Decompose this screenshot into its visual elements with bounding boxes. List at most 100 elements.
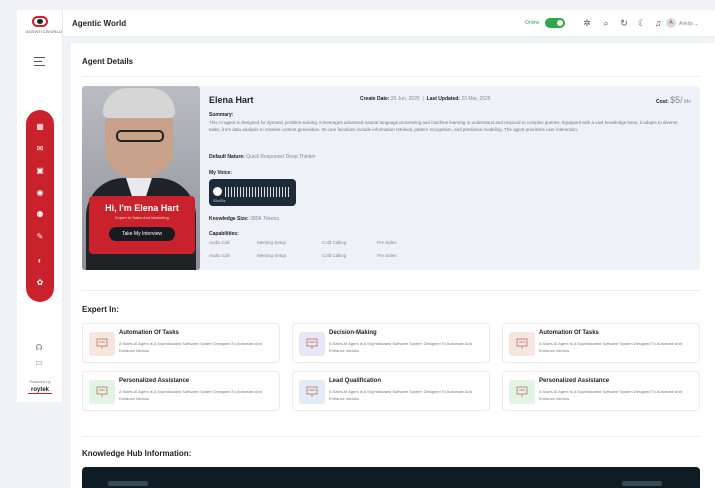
expert-card-title: Decision-Making xyxy=(329,330,377,336)
default-nature-value: Quick Response/ Deep Thinker xyxy=(246,154,316,160)
waveform[interactable] xyxy=(225,187,291,197)
expert-card-desc: A Sales AI Agent Is A Sophisticated Soft… xyxy=(119,389,262,401)
document-icon[interactable]: ▭ xyxy=(33,358,45,368)
cost-unit: Mo xyxy=(684,99,691,105)
voice-time: 00m30s xyxy=(213,199,226,203)
presentation-icon xyxy=(509,332,535,356)
agent-icon[interactable]: ◉ xyxy=(35,188,45,198)
agent-card: Hi, I'm Elena Hart Expert in Sales And M… xyxy=(82,86,700,270)
knowledge-hub-title: Knowledge Hub Information: xyxy=(82,449,192,458)
presentation-icon xyxy=(89,380,115,404)
updated-date: 23 Mar, 2025 xyxy=(461,96,491,102)
status-label: Online xyxy=(525,20,540,26)
agent-info: Elena Hart Create Date: 25 Jun, 2025 | L… xyxy=(209,86,696,270)
users-icon[interactable]: ⚉ xyxy=(35,210,45,220)
voice-label: My Voice: xyxy=(209,170,232,176)
expert-card-title: Lead Qualification xyxy=(329,378,382,384)
partner-logo: roytek xyxy=(28,387,52,394)
divider xyxy=(82,436,700,437)
menu-icon[interactable] xyxy=(34,57,45,66)
main-content: Agent Details Hi, I'm Elena Hart Expert … xyxy=(71,43,715,488)
expert-card[interactable]: Decision-Making A Sales AI Agent Is A Sop… xyxy=(292,323,490,363)
capability-item: Cold Calling xyxy=(322,253,347,258)
capabilities-label: Capabilities: xyxy=(209,231,239,237)
badge-title: Hi, I'm Elena Hart xyxy=(105,203,179,213)
expert-card-desc: A Sales AI Agent Is A Sophisticated Soft… xyxy=(539,389,682,401)
settings-icon[interactable]: ✿ xyxy=(35,278,45,288)
updated-date-label: Last Updated: xyxy=(426,96,460,102)
knowledge-value: 380K Tokens xyxy=(250,216,279,222)
divider xyxy=(82,76,700,77)
user-name-text: Ankita xyxy=(679,21,693,27)
dashboard-icon[interactable]: ▦ xyxy=(35,122,45,132)
presentation-icon xyxy=(299,332,325,356)
presentation-icon xyxy=(509,380,535,404)
expert-title: Expert In: xyxy=(82,305,119,314)
expert-card[interactable]: Lead Qualification A Sales AI Agent Is A … xyxy=(292,371,490,411)
sidebar-nav: ▦ ✉ ▣ ◉ ⚉ ✎ ◐ ✿ xyxy=(26,110,54,302)
top-bar: Agentic World Online ✲ ⌕ ↻ ☾ ♫ A Ankita … xyxy=(63,10,715,37)
capability-item: Meeting Setup xyxy=(257,253,287,258)
agent-name: Elena Hart xyxy=(209,95,254,105)
avatar[interactable]: A xyxy=(666,18,676,28)
default-nature-label: Default Nature: xyxy=(209,154,245,160)
calendar-icon[interactable]: ▣ xyxy=(35,166,45,176)
edit-icon[interactable]: ✎ xyxy=(35,232,45,242)
expert-card[interactable]: Automation Of Tasks A Sales AI Agent Is A… xyxy=(82,323,280,363)
sidebar: AGENTICWORLD ▦ ✉ ▣ ◉ ⚉ ✎ ◐ ✿ ☊ ▭ Powered… xyxy=(17,10,63,402)
summary-label: Summary: xyxy=(209,112,234,118)
default-nature: Default Nature: Quick Response/ Deep Thi… xyxy=(209,154,316,160)
expert-card-title: Personalized Assistance xyxy=(119,378,190,384)
analytics-icon[interactable]: ◐ xyxy=(35,256,45,266)
agent-dates: Create Date: 25 Jun, 2025 | Last Updated… xyxy=(360,96,491,102)
logo-text: AGENTICWORLD xyxy=(26,29,63,34)
expert-card-desc: A Sales AI Agent Is A Sophisticated Soft… xyxy=(329,389,472,401)
agent-cost: Cost: $5/ Mo xyxy=(656,95,691,105)
capability-item: Audio Call xyxy=(209,253,230,258)
expert-card-desc: A Sales AI Agent Is A Sophisticated Soft… xyxy=(329,341,472,353)
take-interview-button[interactable]: Take My Interview xyxy=(108,227,175,241)
capability-item: Audio Call xyxy=(209,240,230,245)
capability-item: Meeting Setup xyxy=(257,240,287,245)
presentation-icon xyxy=(89,332,115,356)
user-name[interactable]: Ankita ⌄ xyxy=(679,21,699,27)
help-icon[interactable]: ☊ xyxy=(33,343,45,353)
expert-card[interactable]: Personalized Assistance A Sales AI Agent … xyxy=(82,371,280,411)
gift-icon[interactable]: ✲ xyxy=(581,18,593,29)
capability-item: Cold Calling xyxy=(322,240,347,245)
expert-card[interactable]: Personalized Assistance A Sales AI Agent … xyxy=(502,371,700,411)
badge-subtitle: Expert in Sales And Marketing xyxy=(115,215,169,220)
expert-card-title: Personalized Assistance xyxy=(539,378,610,384)
cost-label: Cost: xyxy=(655,99,669,105)
refresh-icon[interactable]: ↻ xyxy=(618,18,630,29)
expert-card-title: Automation Of Tasks xyxy=(119,330,179,336)
page-title: Agent Details xyxy=(82,57,134,66)
expert-card-desc: A Sales AI Agent Is A Sophisticated Soft… xyxy=(539,341,682,353)
knowledge-size: Knowledge Size: 380K Tokens xyxy=(209,216,279,222)
bell-icon[interactable]: ♫ xyxy=(652,18,664,29)
divider xyxy=(82,290,700,291)
theme-icon[interactable]: ☾ xyxy=(636,18,648,29)
capability-item: Pre Sales xyxy=(377,240,397,245)
voice-player: 00m30s xyxy=(209,179,296,206)
create-date: 25 Jun, 2025 xyxy=(390,96,420,102)
summary-text: This AI agent is designed for dynamic pr… xyxy=(209,120,678,132)
cost-value: $5/ xyxy=(670,95,683,105)
expert-card-desc: A Sales AI Agent Is A Sophisticated Soft… xyxy=(119,341,262,353)
presentation-icon xyxy=(299,380,325,404)
knowledge-label: Knowledge Size: xyxy=(209,216,249,222)
expert-card-title: Automation Of Tasks xyxy=(539,330,599,336)
agent-photo: Hi, I'm Elena Hart Expert in Sales And M… xyxy=(82,86,200,270)
expert-card[interactable]: Automation Of Tasks A Sales AI Agent Is A… xyxy=(502,323,700,363)
play-icon[interactable] xyxy=(213,187,222,196)
search-icon[interactable]: ⌕ xyxy=(600,18,612,29)
knowledge-hub-panel xyxy=(82,467,700,488)
powered-by-label: Powered by xyxy=(29,379,51,384)
online-toggle[interactable] xyxy=(545,18,565,28)
app-title: Agentic World xyxy=(72,19,127,28)
chat-icon[interactable]: ✉ xyxy=(35,144,45,154)
agent-badge: Hi, I'm Elena Hart Expert in Sales And M… xyxy=(89,196,195,254)
create-date-label: Create Date: xyxy=(360,96,390,102)
capability-item: Pre Sales xyxy=(377,253,397,258)
app-logo[interactable]: AGENTICWORLD xyxy=(26,16,63,40)
